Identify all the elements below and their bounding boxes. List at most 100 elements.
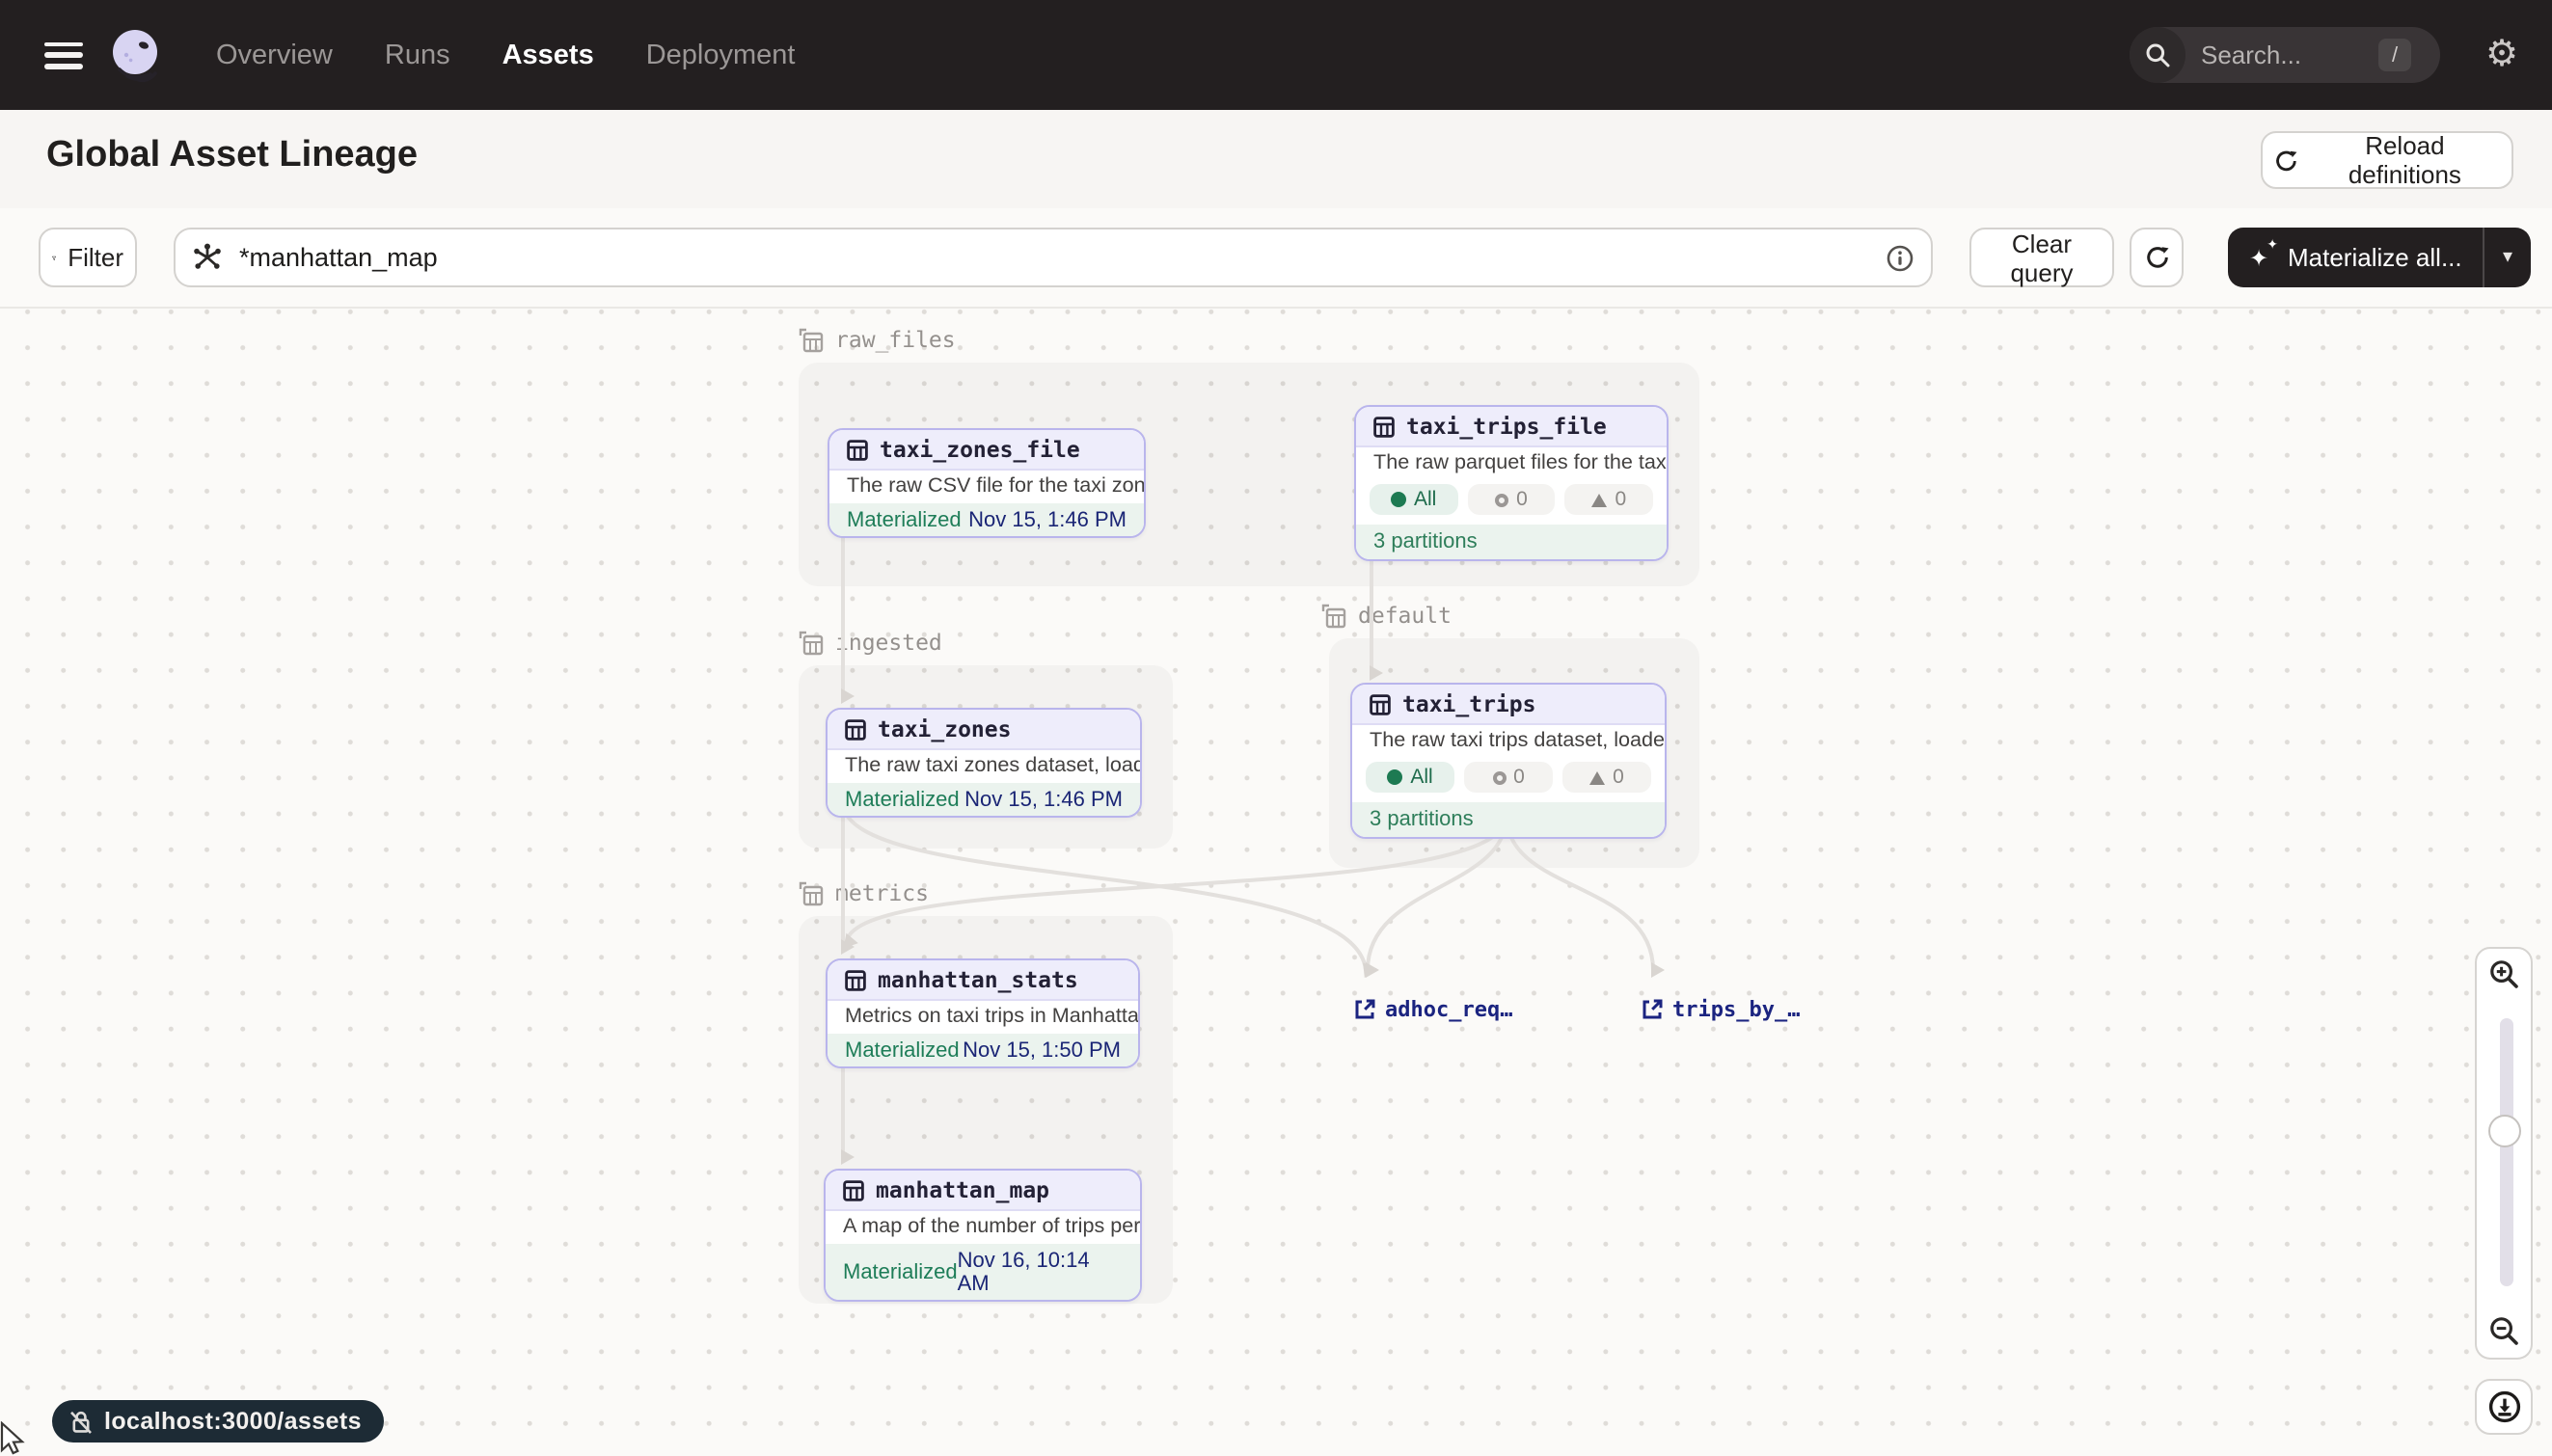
status-url: localhost:3000/assets bbox=[104, 1408, 362, 1435]
external-asset-trips-by[interactable]: trips_by_… bbox=[1642, 997, 1800, 1022]
dagster-logo-icon[interactable] bbox=[108, 26, 166, 84]
partition-count: 3 partitions bbox=[1352, 802, 1665, 837]
refresh-graph-button[interactable] bbox=[2130, 228, 2184, 287]
materialized-status: Materialized bbox=[843, 1260, 958, 1283]
asset-node-description: The raw taxi zones dataset, loaded int..… bbox=[828, 750, 1140, 783]
reload-definitions-button[interactable]: Reload definitions bbox=[2261, 131, 2513, 189]
page-header: Global Asset Lineage Reload definitions bbox=[0, 110, 2552, 210]
menu-icon[interactable] bbox=[44, 41, 83, 68]
partitions-all-badge[interactable]: All bbox=[1370, 484, 1457, 515]
materialized-status: Materialized bbox=[847, 508, 962, 531]
asset-node-header: manhattan_map bbox=[826, 1171, 1140, 1211]
external-link-icon bbox=[1642, 999, 1663, 1020]
materialize-all-button[interactable]: ✦✦ Materialize all... ▾ bbox=[2228, 228, 2531, 287]
asset-node-manhattan-stats[interactable]: manhattan_stats Metrics on taxi trips in… bbox=[826, 958, 1140, 1068]
nav-item-runs[interactable]: Runs bbox=[385, 40, 450, 70]
materialized-status: Materialized bbox=[845, 1038, 960, 1062]
lineage-edges bbox=[0, 307, 2552, 1454]
asset-query-field[interactable] bbox=[174, 228, 1933, 287]
missing-ring-icon bbox=[1495, 493, 1508, 506]
materialized-time: Nov 15, 1:46 PM bbox=[968, 508, 1127, 531]
zoom-out-icon bbox=[2488, 1315, 2519, 1346]
filter-funnel-icon bbox=[52, 246, 56, 269]
zoom-in-icon bbox=[2488, 958, 2519, 989]
asset-node-header: taxi_zones bbox=[828, 710, 1140, 750]
mouse-cursor bbox=[0, 1421, 27, 1456]
zoom-out-button[interactable] bbox=[2475, 1304, 2533, 1360]
warning-triangle-icon bbox=[1592, 493, 1608, 506]
zoom-in-button[interactable] bbox=[2475, 947, 2533, 1001]
external-asset-adhoc-request[interactable]: adhoc_req… bbox=[1354, 997, 1512, 1022]
materialized-dot-icon bbox=[1387, 769, 1402, 785]
materialized-time: Nov 16, 10:14 AM bbox=[958, 1249, 1123, 1295]
download-graph-button[interactable] bbox=[2475, 1379, 2533, 1435]
nav-item-deployment[interactable]: Deployment bbox=[646, 40, 796, 70]
table-icon bbox=[1370, 693, 1391, 715]
materialize-dropdown-caret[interactable]: ▾ bbox=[2484, 247, 2531, 268]
asset-node-taxi-trips-file[interactable]: taxi_trips_file The raw parquet files fo… bbox=[1354, 405, 1669, 561]
materialized-time: Nov 15, 1:50 PM bbox=[963, 1038, 1121, 1062]
asset-node-header: taxi_trips bbox=[1352, 685, 1665, 725]
materialized-time: Nov 15, 1:46 PM bbox=[964, 788, 1123, 811]
asset-node-description: The raw parquet files for the taxi trips… bbox=[1356, 447, 1667, 480]
graph-query-icon bbox=[193, 243, 222, 272]
filter-button[interactable]: Filter bbox=[39, 228, 137, 287]
zoom-slider-handle[interactable] bbox=[2488, 1115, 2521, 1147]
asset-node-header: manhattan_stats bbox=[828, 960, 1138, 1001]
asset-node-description: Metrics on taxi trips in Manhattan bbox=[828, 1001, 1138, 1034]
settings-gear-icon[interactable]: ⚙ bbox=[2481, 27, 2523, 83]
asset-node-description: A map of the number of trips per taxi z.… bbox=[826, 1211, 1140, 1244]
asset-node-footer: Materialized Nov 15, 1:46 PM bbox=[828, 783, 1140, 816]
asset-node-taxi-zones[interactable]: taxi_zones The raw taxi zones dataset, l… bbox=[826, 708, 1142, 818]
partition-health-badges: All 0 0 bbox=[1352, 758, 1665, 802]
partitions-failed-badge[interactable]: 0 bbox=[1565, 484, 1653, 515]
asset-node-footer: Materialized Nov 15, 1:46 PM bbox=[829, 503, 1144, 536]
top-nav: Overview Runs Assets Deployment / ⚙ bbox=[0, 0, 2552, 110]
clear-query-button[interactable]: Clear query bbox=[1969, 228, 2114, 287]
page-title: Global Asset Lineage bbox=[46, 135, 418, 177]
partitions-all-badge[interactable]: All bbox=[1366, 762, 1454, 793]
partitions-missing-badge[interactable]: 0 bbox=[1464, 762, 1553, 793]
asset-node-footer: Materialized Nov 16, 10:14 AM bbox=[826, 1244, 1140, 1300]
refresh-icon bbox=[2274, 148, 2298, 173]
asset-node-taxi-zones-file[interactable]: taxi_zones_file The raw CSV file for the… bbox=[828, 428, 1146, 538]
lineage-canvas[interactable]: raw_files ingested default metrics bbox=[0, 307, 2552, 1454]
table-icon bbox=[1373, 416, 1395, 437]
search-box[interactable]: / bbox=[2130, 27, 2440, 83]
search-icon bbox=[2130, 27, 2185, 83]
nav-item-overview[interactable]: Overview bbox=[216, 40, 333, 70]
table-icon bbox=[847, 439, 868, 460]
materialized-dot-icon bbox=[1391, 492, 1406, 507]
lock-slash-icon bbox=[69, 1409, 93, 1434]
partition-health-badges: All 0 0 bbox=[1356, 480, 1667, 525]
sparkle-icon: ✦✦ bbox=[2249, 244, 2276, 271]
table-icon bbox=[845, 718, 866, 740]
asset-node-header: taxi_zones_file bbox=[829, 430, 1144, 471]
refresh-icon bbox=[2144, 245, 2169, 270]
materialized-status: Materialized bbox=[845, 788, 960, 811]
missing-ring-icon bbox=[1492, 770, 1506, 784]
zoom-slider-track[interactable] bbox=[2499, 1018, 2512, 1286]
warning-triangle-icon bbox=[1589, 770, 1605, 784]
app-window: Overview Runs Assets Deployment / ⚙ Glob… bbox=[0, 0, 2552, 1454]
asset-node-description: The raw taxi trips dataset, loaded into … bbox=[1352, 725, 1665, 758]
asset-node-taxi-trips[interactable]: taxi_trips The raw taxi trips dataset, l… bbox=[1350, 683, 1667, 839]
asset-node-description: The raw CSV file for the taxi zones dat.… bbox=[829, 471, 1144, 503]
asset-node-manhattan-map[interactable]: manhattan_map A map of the number of tri… bbox=[824, 1169, 1142, 1302]
partition-count: 3 partitions bbox=[1356, 525, 1667, 559]
partitions-missing-badge[interactable]: 0 bbox=[1467, 484, 1555, 515]
browser-url-overlay: localhost:3000/assets bbox=[52, 1400, 385, 1443]
asset-node-footer: Materialized Nov 15, 1:50 PM bbox=[828, 1034, 1138, 1066]
zoom-slider[interactable] bbox=[2475, 999, 2533, 1306]
lineage-toolbar: Filter Clear query ✦✦ Materialize all... bbox=[0, 208, 2552, 309]
nav-links: Overview Runs Assets Deployment bbox=[216, 40, 795, 70]
info-icon[interactable] bbox=[1887, 244, 1914, 271]
search-input[interactable] bbox=[2197, 39, 2375, 71]
external-link-icon bbox=[1354, 999, 1375, 1020]
search-shortcut-key: / bbox=[2378, 39, 2411, 71]
nav-item-assets[interactable]: Assets bbox=[502, 40, 594, 70]
partitions-failed-badge[interactable]: 0 bbox=[1562, 762, 1651, 793]
table-icon bbox=[843, 1179, 864, 1200]
asset-query-input[interactable] bbox=[235, 241, 1887, 274]
asset-node-header: taxi_trips_file bbox=[1356, 407, 1667, 447]
